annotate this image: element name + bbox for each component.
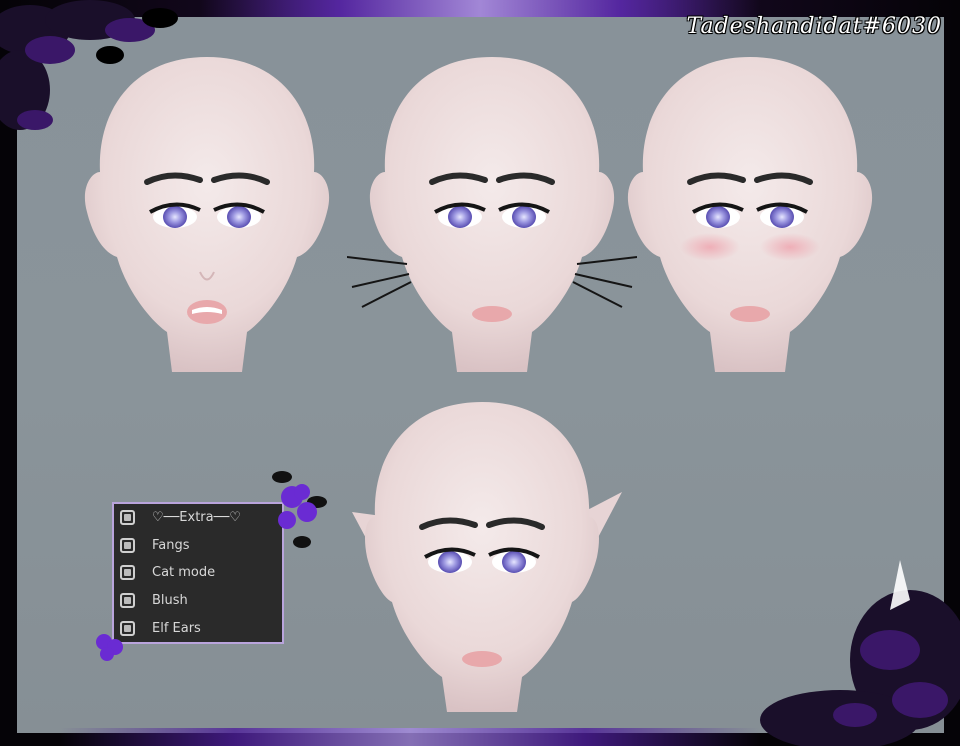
toggle-cat-mode[interactable]: Cat mode bbox=[114, 559, 282, 587]
extra-header-label: ♡──Extra──♡ bbox=[152, 510, 241, 526]
checkbox-icon[interactable] bbox=[120, 537, 135, 553]
extra-header-row[interactable]: ♡──Extra──♡ bbox=[114, 504, 282, 532]
checkbox-icon[interactable] bbox=[120, 565, 135, 581]
head-elf-ears-preview bbox=[352, 402, 622, 712]
corner-leaves-top-left-icon bbox=[0, 0, 178, 130]
extras-toggle-panel: ♡──Extra──♡ Fangs Cat mode Blush Elf Ear… bbox=[112, 502, 284, 644]
toggle-elf-ears[interactable]: Elf Ears bbox=[114, 614, 282, 642]
head-blush-preview bbox=[627, 57, 873, 372]
corner-leaves-bottom-right-icon bbox=[760, 560, 960, 746]
head-cat-mode-preview bbox=[347, 57, 637, 372]
creator-signature: Tadeshandidat#6030 bbox=[686, 14, 942, 39]
checkbox-icon[interactable] bbox=[120, 510, 135, 526]
toggle-cat-mode-label: Cat mode bbox=[152, 565, 216, 581]
toggle-fangs[interactable]: Fangs bbox=[114, 532, 282, 560]
toggle-elf-ears-label: Elf Ears bbox=[152, 620, 201, 636]
toggle-blush-label: Blush bbox=[152, 593, 188, 609]
toggle-blush[interactable]: Blush bbox=[114, 587, 282, 615]
image-frame: ♡──Extra──♡ Fangs Cat mode Blush Elf Ear… bbox=[0, 0, 960, 746]
purple-flower-icon bbox=[272, 471, 327, 548]
checkbox-icon[interactable] bbox=[120, 593, 135, 609]
bottom-glow-decoration bbox=[60, 728, 760, 746]
top-glow-decoration bbox=[200, 0, 760, 18]
toggle-fangs-label: Fangs bbox=[152, 537, 190, 553]
purple-flower-icon bbox=[96, 634, 123, 661]
